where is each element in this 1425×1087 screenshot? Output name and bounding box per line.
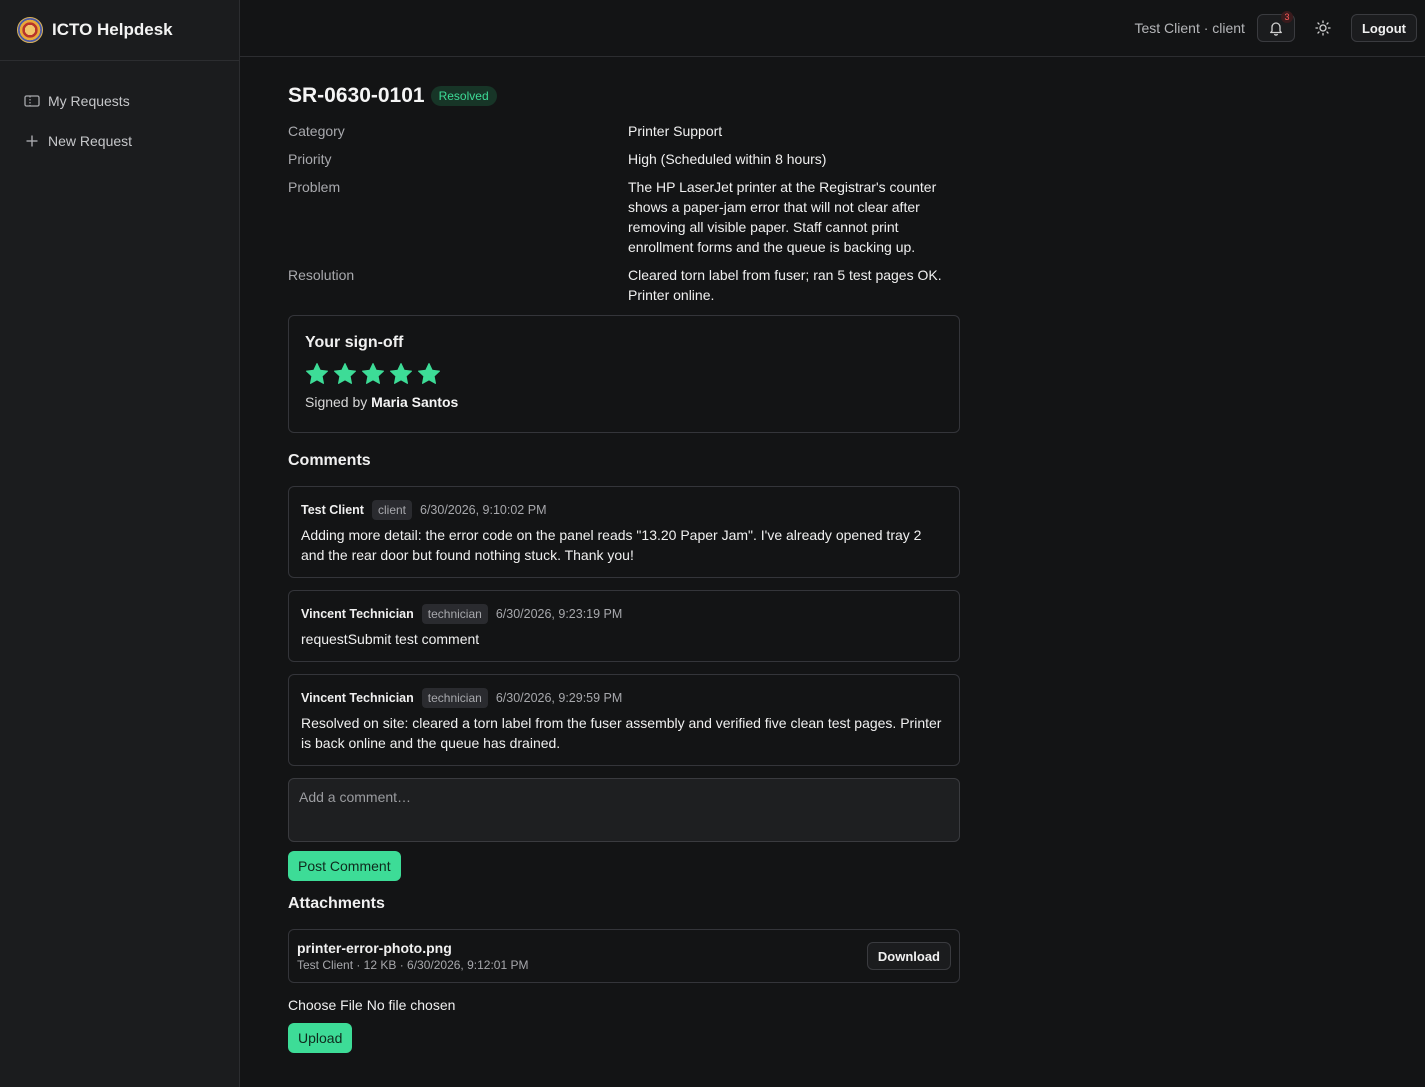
comment-body: requestSubmit test comment (301, 631, 480, 647)
file-status: No file chosen (366, 997, 456, 1013)
comment-timestamp: 6/30/2026, 9:10:02 PM (420, 503, 547, 517)
status-badge: Resolved (430, 86, 497, 106)
attachment-meta: Test Client · 12 KB · 6/30/2026, 9:12:01… (297, 958, 529, 972)
comment-role-badge: technician (421, 604, 488, 624)
attachment-item: printer-error-photo.png Test Client · 12… (288, 929, 960, 983)
signer-name: Maria Santos (371, 394, 459, 410)
upload-button[interactable]: Upload (288, 1023, 353, 1053)
detail-value: The HP LaserJet printer at the Registrar… (628, 179, 937, 255)
star-icon (334, 363, 356, 384)
request-details: Category Printer Support Priority High (… (288, 121, 960, 305)
detail-value: Cleared torn label from fuser; ran 5 tes… (628, 267, 942, 303)
brand[interactable]: ICTO Helpdesk (0, 0, 239, 61)
detail-row-resolution: Resolution Cleared torn label from fuser… (288, 265, 960, 305)
sidebar: ICTO Helpdesk My Requests New Request (0, 0, 240, 1087)
signed-by: Signed by Maria Santos (305, 394, 943, 410)
user-label: Test Client · client (1134, 20, 1245, 36)
comment-body: Adding more detail: the error code on th… (301, 527, 922, 563)
detail-label: Priority (288, 151, 332, 167)
attachments-title: Attachments (288, 895, 385, 912)
sidebar-nav: My Requests New Request (0, 61, 239, 161)
detail-row-priority: Priority High (Scheduled within 8 hours) (288, 149, 960, 169)
comment-timestamp: 6/30/2026, 9:23:19 PM (495, 607, 623, 621)
star-icon (418, 363, 440, 384)
star-rating (305, 362, 943, 386)
comment-role-badge: client (371, 500, 412, 520)
attachment-info: printer-error-photo.png Test Client · 12… (297, 940, 528, 972)
detail-value: High (Scheduled within 8 hours) (628, 151, 827, 167)
sidebar-item-label: My Requests (48, 93, 130, 109)
star-icon (362, 363, 384, 384)
detail-label: Resolution (288, 267, 355, 283)
star-icon (390, 363, 412, 384)
comment-item: Vincent Technician technician 6/30/2026,… (288, 674, 960, 766)
comment-author: Test Client (301, 503, 364, 517)
download-button[interactable]: Download (866, 942, 951, 970)
request-detail: SR-0630-0101 Resolved Category Printer S… (288, 57, 960, 1053)
comment-author: Vincent Technician (301, 691, 414, 705)
file-picker[interactable]: Choose File No file chosen (288, 997, 960, 1013)
seal-logo-icon (17, 17, 43, 43)
ticket-icon (24, 93, 40, 109)
signoff-title: Your sign-off (305, 334, 404, 351)
detail-row-category: Category Printer Support (288, 121, 960, 141)
comment-list: Test Client client 6/30/2026, 9:10:02 PM… (288, 486, 960, 766)
comment-body: Resolved on site: cleared a torn label f… (301, 715, 942, 751)
comment-role-badge: technician (421, 688, 488, 708)
detail-label: Problem (288, 179, 341, 195)
bell-icon (1270, 22, 1282, 36)
detail-value: Printer Support (628, 123, 723, 139)
comment-item: Vincent Technician technician 6/30/2026,… (288, 590, 960, 662)
comments-title: Comments (288, 452, 371, 469)
attachment-name: printer-error-photo.png (297, 940, 452, 956)
sidebar-item-label: New Request (48, 133, 133, 149)
comment-item: Test Client client 6/30/2026, 9:10:02 PM… (288, 486, 960, 578)
signoff-card: Your sign-off Signed by Maria Santos (288, 315, 960, 433)
signed-prefix: Signed by (305, 394, 368, 410)
title-row: SR-0630-0101 Resolved (288, 83, 960, 109)
notifications-button[interactable]: 3 (1256, 11, 1295, 42)
post-comment-button[interactable]: Post Comment (288, 851, 401, 881)
theme-toggle-button[interactable] (1305, 14, 1341, 42)
comment-input[interactable] (288, 778, 960, 842)
top-bar: Test Client · client 3 Logout (240, 0, 1425, 57)
comment-timestamp: 6/30/2026, 9:29:59 PM (495, 691, 623, 705)
comment-author: Vincent Technician (301, 607, 414, 621)
notification-badge: 3 (1280, 11, 1293, 23)
page-title: SR-0630-0101 (288, 84, 425, 107)
detail-label: Category (288, 123, 345, 139)
sidebar-item-my-requests[interactable]: My Requests (0, 81, 239, 121)
sidebar-item-new-request[interactable]: New Request (0, 121, 239, 161)
choose-file-button[interactable]: Choose File (288, 997, 363, 1013)
logout-button[interactable]: Logout (1350, 14, 1417, 42)
app-title: ICTO Helpdesk (52, 20, 173, 39)
plus-icon (24, 133, 40, 149)
star-icon (306, 363, 328, 384)
detail-row-problem: Problem The HP LaserJet printer at the R… (288, 177, 960, 257)
sun-icon (1315, 20, 1331, 36)
